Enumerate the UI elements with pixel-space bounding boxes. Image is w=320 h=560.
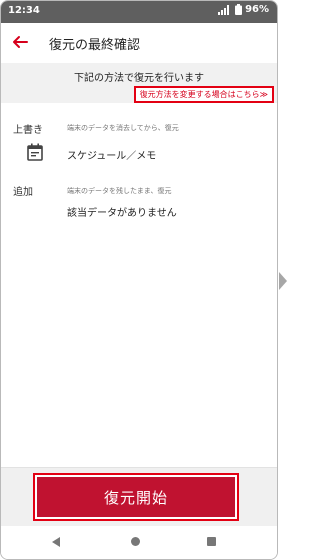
overwrite-description: 端末のデータを消去してから、復元 <box>67 124 179 132</box>
status-time: 12:34 <box>8 5 40 16</box>
status-icons: 96% <box>218 4 269 15</box>
start-restore-label: 復元開始 <box>103 489 168 507</box>
page-title: 復元の最終確認 <box>49 38 141 53</box>
calendar-icon <box>27 143 43 161</box>
add-item: 該当データがありません <box>67 208 177 219</box>
battery-level: 96% <box>245 4 269 15</box>
overwrite-label: 上書き <box>13 125 43 136</box>
phone-frame: 12:34 96% 復元の最終確認 下記の方法で復元を行います 復元方法を変更す… <box>0 0 278 560</box>
app-header: 復元の最終確認 <box>1 23 277 63</box>
method-banner: 下記の方法で復元を行います 復元方法を変更する場合はこちら≫ <box>1 63 277 103</box>
status-bar: 12:34 96% <box>1 1 277 23</box>
add-description: 端末のデータを残したまま、復元 <box>67 187 172 195</box>
signal-icon <box>218 4 230 15</box>
system-nav-bar <box>1 526 277 559</box>
overwrite-item: スケジュール／メモ <box>67 151 157 162</box>
back-arrow-icon[interactable] <box>11 33 29 51</box>
banner-text: 下記の方法で復元を行います <box>74 73 204 84</box>
next-page-arrow-icon[interactable] <box>279 272 287 290</box>
start-restore-button[interactable]: 復元開始 <box>33 473 239 521</box>
nav-back-icon[interactable] <box>52 537 60 547</box>
add-label: 追加 <box>13 187 33 198</box>
nav-recents-icon[interactable] <box>207 537 216 546</box>
change-method-link[interactable]: 復元方法を変更する場合はこちら≫ <box>133 86 274 103</box>
battery-icon <box>235 4 243 15</box>
nav-home-icon[interactable] <box>131 537 140 546</box>
